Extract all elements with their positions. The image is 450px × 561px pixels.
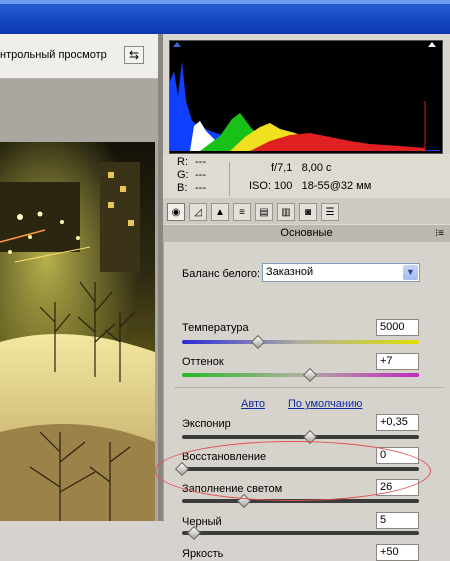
tab-bar: ◉ ◿ ▲ ≡ ▤ ▥ ◙ ☰ [163, 198, 450, 224]
brightness-label: Яркость [182, 548, 224, 560]
exposure-track[interactable] [182, 435, 419, 439]
tint-label: Оттенок [182, 356, 224, 368]
r-label: R: [177, 156, 188, 168]
preview-toolbar: нтрольный просмотр ⇆ [0, 34, 158, 79]
blacks-track[interactable] [182, 531, 419, 535]
divider [174, 387, 444, 388]
lens: 18-55@32 мм [301, 180, 372, 192]
auto-link[interactable]: Авто [241, 398, 265, 410]
window-titlebar [0, 0, 450, 34]
histogram [169, 40, 443, 154]
lens-corrections-icon[interactable]: ▥ [277, 203, 295, 221]
white-balance-select[interactable]: Заказной ▼ [262, 263, 420, 282]
highlight-annotation [155, 441, 431, 501]
readout-separator [229, 162, 230, 196]
panel-menu-icon[interactable]: ⁝≡ [435, 225, 444, 242]
r-value: --- [195, 156, 206, 168]
preview-label: нтрольный просмотр [0, 49, 107, 61]
aperture: f/7,1 [271, 162, 293, 174]
white-balance-value: Заказной [266, 266, 314, 278]
tone-curve-icon[interactable]: ◿ [189, 203, 207, 221]
split-toning-icon[interactable]: ▤ [255, 203, 273, 221]
tint-slider[interactable] [302, 367, 318, 383]
basic-settings-icon[interactable]: ◉ [167, 203, 185, 221]
section-header: Основные ⁝≡ [163, 225, 450, 242]
temperature-slider[interactable] [250, 334, 265, 350]
exposure-field[interactable]: +0,35 [376, 414, 419, 431]
detail-icon[interactable]: ▲ [211, 203, 229, 221]
camera-calibration-icon[interactable]: ◙ [299, 203, 317, 221]
brightness-field[interactable]: +50 [376, 544, 419, 561]
g-label: G: [177, 169, 189, 181]
presets-icon[interactable]: ☰ [321, 203, 339, 221]
tint-field[interactable]: +7 [376, 353, 419, 370]
exposure-label: Экспонир [182, 418, 231, 430]
temperature-label: Температура [182, 322, 249, 334]
blacks-label: Черный [182, 516, 222, 528]
tint-track[interactable] [182, 373, 419, 377]
iso: ISO: 100 [249, 180, 293, 192]
b-value: --- [195, 182, 206, 194]
shutter-speed: 8,00 с [301, 162, 332, 174]
highlight-clipping-icon [428, 42, 436, 47]
white-balance-label: Баланс белого: [182, 268, 261, 280]
section-title: Основные [280, 227, 333, 239]
chevron-down-icon[interactable]: ▼ [403, 265, 418, 280]
photo-preview[interactable] [0, 142, 155, 521]
g-value: --- [195, 169, 206, 181]
b-label: B: [177, 182, 188, 194]
swap-arrow-icon[interactable]: ⇆ [124, 46, 144, 64]
temperature-field[interactable]: 5000 [376, 319, 419, 336]
hsl-grayscale-icon[interactable]: ≡ [233, 203, 251, 221]
blacks-slider[interactable] [186, 525, 201, 541]
default-link[interactable]: По умолчанию [288, 398, 362, 410]
shadow-clipping-icon [173, 42, 181, 47]
temperature-track[interactable] [182, 340, 419, 344]
